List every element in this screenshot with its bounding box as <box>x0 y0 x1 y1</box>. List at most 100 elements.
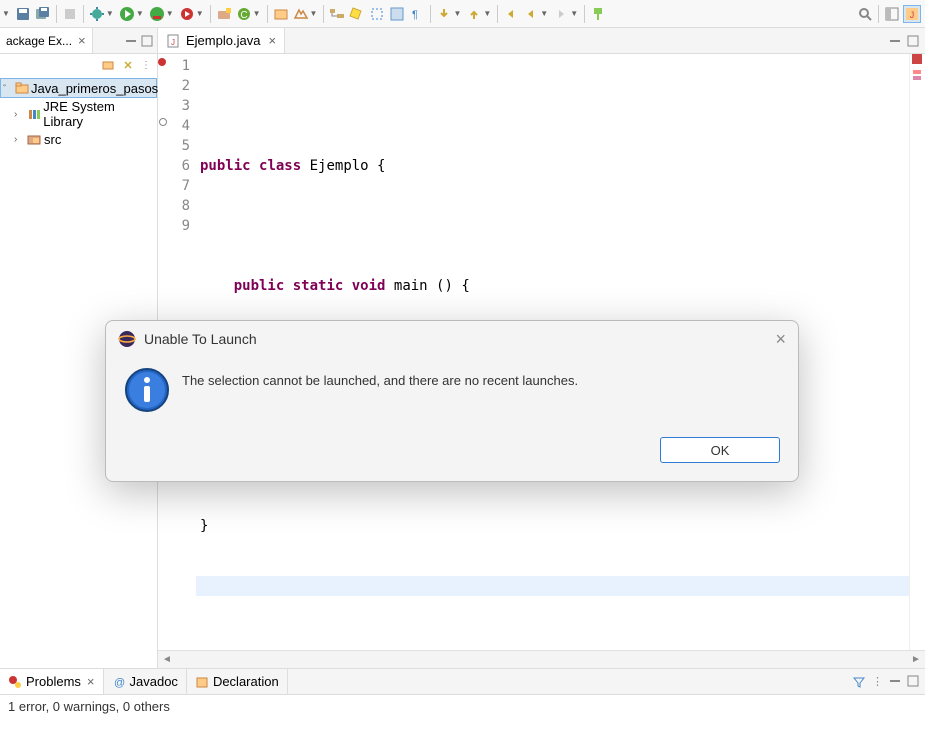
code-line: } <box>196 516 909 536</box>
open-type-icon[interactable] <box>272 5 290 23</box>
dropdown-icon[interactable]: ▼ <box>2 9 10 18</box>
horizontal-scrollbar[interactable]: ◄ ► <box>158 650 925 668</box>
search-type-icon[interactable] <box>292 5 310 23</box>
info-icon <box>124 367 170 413</box>
tree-item-jre[interactable]: › JRE System Library <box>0 98 157 130</box>
problems-icon <box>8 675 22 689</box>
error-overview-icon[interactable] <box>912 54 922 64</box>
scroll-left-icon[interactable]: ◄ <box>158 654 176 665</box>
java-perspective-icon[interactable]: J <box>903 5 921 23</box>
separator-icon <box>267 5 268 23</box>
dropdown-icon[interactable]: ▼ <box>166 9 174 18</box>
project-tree: ゛ Java_primeros_pasos › JRE System Libra… <box>0 76 157 150</box>
tree-item-project[interactable]: ゛ Java_primeros_pasos <box>0 78 157 98</box>
separator-icon <box>584 5 585 23</box>
line-num: 1 <box>168 56 190 76</box>
expand-icon[interactable]: › <box>14 109 24 120</box>
tree-item-src[interactable]: › src <box>0 130 157 148</box>
line-num: 2 <box>168 76 190 96</box>
project-icon <box>15 80 29 96</box>
toggle-breadcrumb-icon[interactable] <box>328 5 346 23</box>
show-ws-icon[interactable]: ¶ <box>408 5 426 23</box>
filter-icon[interactable] <box>852 675 866 689</box>
editor-tab[interactable]: J Ejemplo.java × <box>158 28 285 53</box>
view-menu-icon[interactable]: ⋮ <box>872 675 883 689</box>
next-annotation-icon[interactable] <box>435 5 453 23</box>
maximize-icon[interactable] <box>907 35 919 47</box>
dropdown-icon[interactable]: ▼ <box>570 9 578 18</box>
tab-javadoc[interactable]: @ Javadoc <box>104 669 187 694</box>
svg-text:@: @ <box>114 677 125 689</box>
main-toolbar: ▼ ▼ ▼ ▼ ▼ C ▼ ▼ ¶ ▼ ▼ ▼ ▼ J <box>0 0 925 28</box>
run-icon[interactable] <box>118 5 136 23</box>
dropdown-icon[interactable]: ▼ <box>483 9 491 18</box>
tab-label: Problems <box>26 674 81 689</box>
back-icon[interactable] <box>522 5 540 23</box>
fold-icon[interactable] <box>159 118 167 126</box>
minimize-icon[interactable] <box>889 675 901 689</box>
overview-mark-icon[interactable] <box>913 70 921 74</box>
line-num: 5 <box>168 136 190 156</box>
src-folder-icon <box>26 131 42 147</box>
wrap-icon[interactable] <box>388 5 406 23</box>
fwd-icon[interactable] <box>552 5 570 23</box>
dropdown-icon[interactable]: ▼ <box>540 9 548 18</box>
debug-icon[interactable] <box>88 5 106 23</box>
tab-problems[interactable]: Problems × <box>0 669 104 694</box>
dialog-message: The selection cannot be launched, and th… <box>182 367 578 413</box>
save-all-icon[interactable] <box>34 5 52 23</box>
expand-icon[interactable]: ゛ <box>3 81 13 96</box>
separator-icon <box>56 5 57 23</box>
save-icon[interactable] <box>14 5 32 23</box>
maximize-icon[interactable] <box>141 35 153 47</box>
dropdown-icon[interactable]: ▼ <box>196 9 204 18</box>
overview-ruler[interactable] <box>909 54 925 650</box>
code-line: public class Ejemplo { <box>196 156 909 176</box>
terminate-icon[interactable] <box>61 5 79 23</box>
tab-declaration[interactable]: Declaration <box>187 669 288 694</box>
dropdown-icon[interactable]: ▼ <box>453 9 461 18</box>
search-icon[interactable] <box>856 5 874 23</box>
package-explorer-tab[interactable]: ackage Ex... × <box>0 28 93 53</box>
minimize-icon[interactable] <box>125 35 137 47</box>
minimize-icon[interactable] <box>889 35 901 47</box>
prev-annotation-icon[interactable] <box>465 5 483 23</box>
close-icon[interactable]: × <box>775 329 786 350</box>
view-menu-icon[interactable]: ⋮ <box>141 60 151 71</box>
dropdown-icon[interactable]: ▼ <box>136 9 144 18</box>
dropdown-icon[interactable]: ▼ <box>106 9 114 18</box>
close-icon[interactable]: × <box>78 33 86 48</box>
javadoc-icon: @ <box>112 675 126 689</box>
dropdown-icon[interactable]: ▼ <box>253 9 261 18</box>
code-line: public static void main () { <box>196 276 909 296</box>
problems-summary: 1 error, 0 warnings, 0 others <box>0 695 925 718</box>
mark-occurrences-icon[interactable] <box>348 5 366 23</box>
coverage-icon[interactable] <box>148 5 166 23</box>
overview-mark-icon[interactable] <box>913 76 921 80</box>
tree-label: src <box>44 132 61 147</box>
back-edit-icon[interactable] <box>502 5 520 23</box>
close-icon[interactable]: × <box>87 674 95 689</box>
collapse-all-icon[interactable] <box>101 58 115 72</box>
block-select-icon[interactable] <box>368 5 386 23</box>
open-perspective-icon[interactable] <box>883 5 901 23</box>
link-editor-icon[interactable] <box>121 58 135 72</box>
tab-label: Declaration <box>213 674 279 689</box>
dropdown-icon[interactable]: ▼ <box>310 9 318 18</box>
java-file-icon: J <box>166 34 180 48</box>
tab-label: ackage Ex... <box>6 34 72 48</box>
library-icon <box>26 106 42 122</box>
ext-tools-icon[interactable] <box>178 5 196 23</box>
dialog-titlebar[interactable]: Unable To Launch × <box>106 321 798 357</box>
error-marker-icon[interactable] <box>158 58 166 66</box>
new-class-icon[interactable]: C <box>235 5 253 23</box>
close-icon[interactable]: × <box>268 33 276 48</box>
maximize-icon[interactable] <box>907 675 919 689</box>
pin-icon[interactable] <box>589 5 607 23</box>
separator-icon <box>878 5 879 23</box>
new-package-icon[interactable] <box>215 5 233 23</box>
code-line <box>196 96 909 116</box>
scroll-right-icon[interactable]: ► <box>907 654 925 665</box>
ok-button[interactable]: OK <box>660 437 780 463</box>
expand-icon[interactable]: › <box>14 134 24 145</box>
